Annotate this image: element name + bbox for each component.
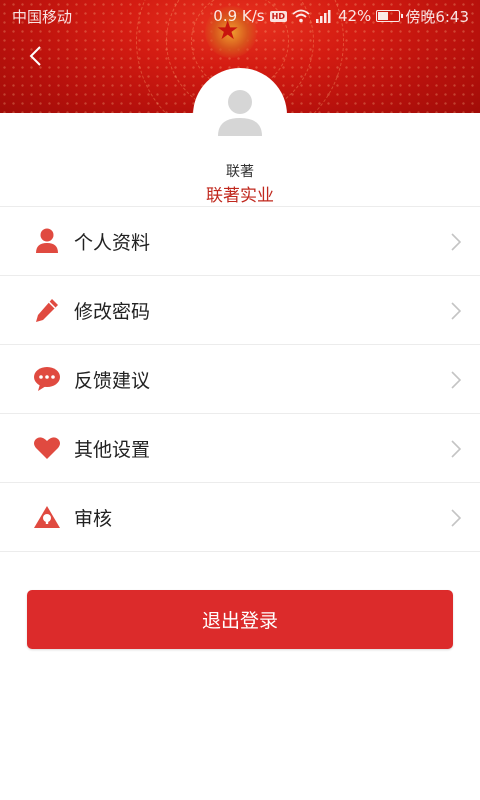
pencil-icon — [32, 295, 62, 325]
chevron-right-icon — [451, 509, 461, 527]
menu-item-label: 审核 — [74, 507, 113, 530]
back-button[interactable] — [20, 40, 50, 72]
chevron-right-icon — [451, 371, 461, 389]
user-placeholder-icon — [218, 90, 262, 136]
chevron-right-icon — [451, 440, 461, 458]
menu-item-change-password[interactable]: 修改密码 — [0, 276, 480, 345]
heart-icon — [32, 433, 62, 463]
menu-item-other-settings[interactable]: 其他设置 — [0, 414, 480, 483]
clock: 傍晚6:43 — [405, 7, 469, 26]
menu-item-label: 其他设置 — [74, 438, 151, 461]
cell-signal-icon — [315, 10, 331, 23]
settings-menu: 个人资料 修改密码 反馈建议 其他设置 审核 — [0, 206, 480, 552]
warning-triangle-icon — [32, 502, 62, 532]
menu-item-feedback[interactable]: 反馈建议 — [0, 345, 480, 414]
hd-badge: HD — [269, 10, 287, 22]
chevron-right-icon — [451, 302, 461, 320]
menu-item-label: 个人资料 — [74, 231, 151, 254]
chat-bubble-icon — [32, 364, 62, 394]
user-company: 联著实业 — [206, 186, 274, 206]
menu-item-profile[interactable]: 个人资料 — [0, 207, 480, 276]
status-bar: 中国移动 0.9 K/s HD 42% 傍晚6:43 — [0, 0, 480, 32]
chevron-left-icon — [29, 46, 41, 66]
menu-item-label: 反馈建议 — [74, 369, 151, 392]
network-speed: 0.9 K/s — [213, 7, 265, 25]
menu-item-review[interactable]: 审核 — [0, 483, 480, 552]
battery-icon — [376, 10, 404, 22]
logout-button[interactable]: 退出登录 — [27, 590, 453, 649]
chevron-right-icon — [451, 233, 461, 251]
battery-percent: 42% — [337, 7, 372, 25]
person-icon — [32, 226, 62, 256]
avatar[interactable] — [193, 68, 287, 162]
battery-fill — [378, 12, 388, 20]
user-name: 联著 — [226, 164, 254, 180]
wifi-icon — [292, 9, 310, 23]
carrier-label: 中国移动 — [12, 7, 73, 26]
status-indicators: 0.9 K/s HD 42% 傍晚6:43 — [213, 6, 469, 27]
menu-item-label: 修改密码 — [74, 300, 151, 323]
